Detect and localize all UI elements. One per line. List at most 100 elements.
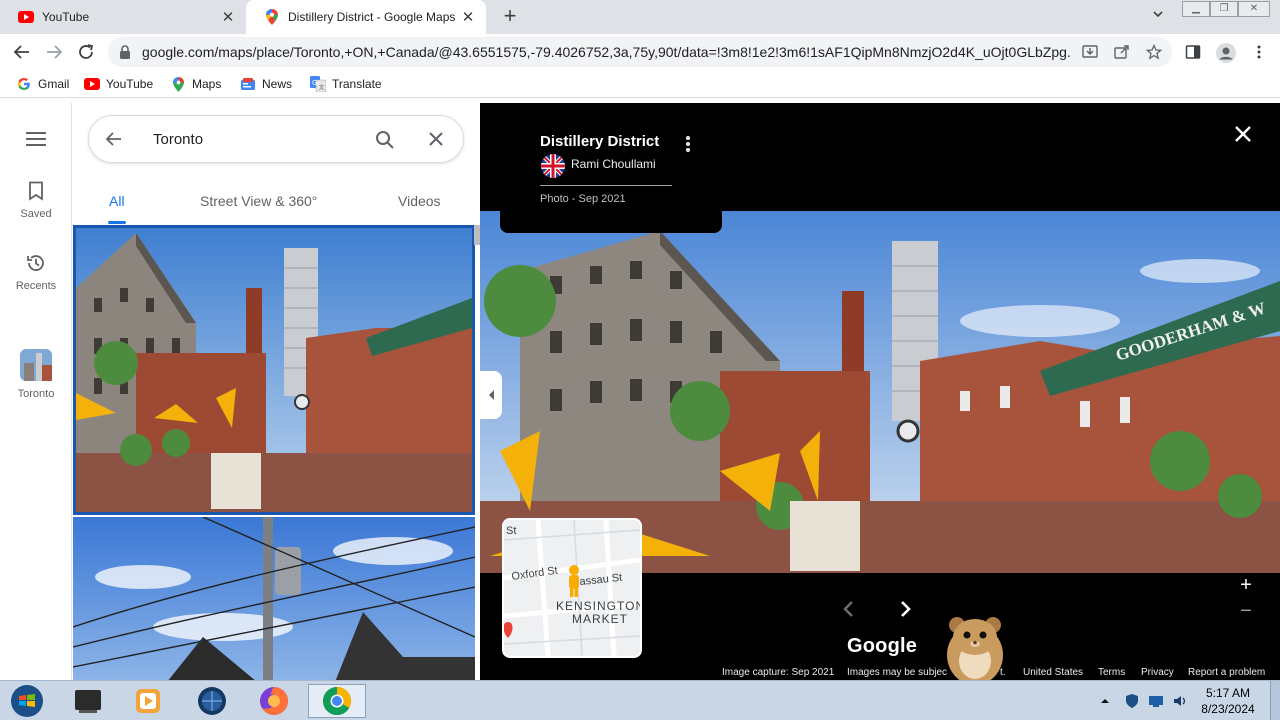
svg-text:文: 文 bbox=[319, 84, 325, 92]
saved-button[interactable]: Saved bbox=[0, 181, 72, 220]
zoom-in-button[interactable]: + bbox=[1236, 575, 1256, 595]
browser-menu-icon[interactable] bbox=[1251, 44, 1269, 62]
recent-place-toronto[interactable]: Toronto bbox=[0, 349, 72, 400]
bookmark-star-icon[interactable] bbox=[1145, 43, 1163, 60]
search-box[interactable]: Toronto bbox=[88, 115, 464, 163]
globe-app-icon bbox=[198, 687, 226, 715]
next-photo-chevron-icon[interactable] bbox=[900, 600, 912, 623]
system-clock[interactable]: 5:17 AM 8/23/2024 bbox=[1190, 685, 1266, 717]
bookmark-label: YouTube bbox=[106, 77, 154, 91]
bookmarks-bar: Gmail YouTube Maps News G文 Translate bbox=[0, 70, 1280, 98]
tab-google-maps[interactable]: Distillery District - Google Maps ✕ bbox=[246, 0, 486, 34]
tab-street-view-360[interactable]: Street View & 360° bbox=[200, 193, 317, 209]
photo-date: Photo - Sep 2021 bbox=[540, 193, 626, 205]
forward-arrow-icon[interactable] bbox=[44, 42, 64, 62]
browser-toolbar: google.com/maps/place/Toronto,+ON,+Canad… bbox=[0, 34, 1280, 70]
close-tab-icon[interactable]: ✕ bbox=[220, 8, 236, 26]
media-player-icon bbox=[136, 689, 160, 713]
network-icon[interactable] bbox=[1148, 693, 1164, 709]
chrome-icon bbox=[323, 687, 351, 715]
bookmark-gmail[interactable]: Gmail bbox=[16, 76, 69, 92]
clock-time: 5:17 AM bbox=[1205, 686, 1251, 700]
new-tab-button[interactable]: + bbox=[498, 5, 522, 29]
side-panel-icon[interactable] bbox=[1185, 44, 1203, 62]
back-arrow-icon[interactable] bbox=[12, 42, 32, 62]
search-icon[interactable] bbox=[375, 130, 395, 155]
tab-all[interactable]: All bbox=[109, 193, 125, 209]
bookmark-youtube[interactable]: YouTube bbox=[84, 76, 153, 92]
address-bar[interactable]: google.com/maps/place/Toronto,+ON,+Canad… bbox=[108, 37, 1172, 67]
bookmark-translate[interactable]: G文 Translate bbox=[310, 76, 382, 92]
photo-thumbnail-selected[interactable] bbox=[73, 225, 475, 515]
close-tab-icon[interactable]: ✕ bbox=[460, 8, 476, 26]
tab-videos[interactable]: Videos bbox=[398, 193, 441, 209]
image-capture-date: Image capture: Sep 2021 bbox=[722, 667, 835, 678]
images-copyright-suffix: t. bbox=[1000, 667, 1006, 678]
photo-thumbnail[interactable] bbox=[73, 517, 475, 680]
hamburger-menu-icon[interactable] bbox=[26, 131, 46, 147]
clock-date: 8/23/2024 bbox=[1201, 702, 1255, 716]
toronto-thumbnail bbox=[20, 349, 52, 381]
previous-photo-chevron-icon[interactable] bbox=[842, 600, 854, 623]
profile-avatar-icon[interactable] bbox=[1216, 43, 1236, 63]
close-viewer-icon[interactable] bbox=[1234, 125, 1252, 148]
author-name[interactable]: Rami Choullami bbox=[571, 157, 656, 171]
photo-category-tabs: All Street View & 360° Videos bbox=[72, 179, 480, 224]
bookmark-news[interactable]: News bbox=[240, 76, 292, 92]
tab-search-chevron-icon[interactable] bbox=[1152, 8, 1164, 23]
toronto-label: Toronto bbox=[17, 388, 55, 400]
restore-window-button[interactable]: ❐ bbox=[1210, 1, 1238, 17]
place-name[interactable]: Distillery District bbox=[540, 133, 659, 150]
collapse-panel-button[interactable] bbox=[480, 371, 502, 419]
taskbar-app-terminal[interactable] bbox=[62, 684, 114, 718]
bookmark-icon bbox=[29, 181, 43, 201]
share-icon[interactable] bbox=[1114, 44, 1130, 60]
more-options-icon[interactable] bbox=[685, 135, 691, 158]
bookmark-maps[interactable]: Maps bbox=[170, 76, 221, 92]
youtube-icon bbox=[18, 9, 34, 25]
tab-youtube[interactable]: YouTube ✕ bbox=[0, 0, 246, 34]
svg-text:G: G bbox=[312, 79, 317, 87]
active-tab-indicator bbox=[108, 221, 126, 224]
history-icon bbox=[27, 255, 44, 271]
url-text[interactable]: google.com/maps/place/Toronto,+ON,+Canad… bbox=[142, 44, 1072, 60]
taskbar-app-firefox[interactable] bbox=[248, 684, 300, 718]
divider bbox=[540, 185, 672, 186]
close-window-button[interactable]: ✕ bbox=[1238, 1, 1270, 17]
show-desktop-button[interactable] bbox=[1270, 681, 1280, 720]
menu-button[interactable] bbox=[0, 131, 72, 150]
back-arrow-icon[interactable] bbox=[105, 130, 123, 153]
tab-title: YouTube bbox=[42, 10, 90, 24]
author-avatar[interactable] bbox=[541, 154, 565, 178]
recents-button[interactable]: Recents bbox=[0, 253, 72, 292]
lock-icon[interactable] bbox=[119, 45, 131, 64]
bookmark-label: News bbox=[262, 77, 293, 91]
region-link[interactable]: United States bbox=[1023, 667, 1083, 678]
volume-icon[interactable] bbox=[1172, 693, 1188, 709]
bookmark-label: Gmail bbox=[38, 77, 70, 91]
search-input[interactable]: Toronto bbox=[153, 131, 203, 148]
maps-pin-icon bbox=[170, 76, 186, 92]
map-area-label: MARKET bbox=[572, 612, 628, 626]
firefox-icon bbox=[260, 687, 288, 715]
terms-link[interactable]: Terms bbox=[1098, 667, 1125, 678]
mini-map[interactable]: St Oxford St Nassau St KENSINGTON MARKET bbox=[502, 518, 642, 658]
tab-title: Distillery District - Google Maps bbox=[288, 10, 456, 24]
start-button[interactable] bbox=[2, 684, 52, 718]
maps-side-rail: Saved Recents Toronto bbox=[0, 103, 72, 680]
clear-search-icon[interactable] bbox=[427, 130, 445, 153]
bookmark-label: Maps bbox=[192, 77, 222, 91]
minimize-window-button[interactable]: ▁ bbox=[1182, 1, 1210, 17]
taskbar-app-chrome[interactable] bbox=[308, 684, 366, 718]
reload-icon[interactable] bbox=[76, 42, 96, 62]
report-problem-link[interactable]: Report a problem bbox=[1188, 667, 1265, 678]
zoom-out-button[interactable]: − bbox=[1236, 601, 1256, 621]
show-hidden-icons-icon[interactable] bbox=[1100, 693, 1116, 709]
taskbar-app-media-player[interactable] bbox=[122, 684, 174, 718]
privacy-link[interactable]: Privacy bbox=[1141, 667, 1174, 678]
security-shield-icon[interactable] bbox=[1124, 693, 1140, 709]
saved-label: Saved bbox=[20, 208, 52, 220]
browser-tab-strip: YouTube ✕ Distillery District - Google M… bbox=[0, 0, 1280, 34]
install-app-icon[interactable] bbox=[1082, 44, 1098, 60]
taskbar-app-globe[interactable] bbox=[186, 684, 238, 718]
